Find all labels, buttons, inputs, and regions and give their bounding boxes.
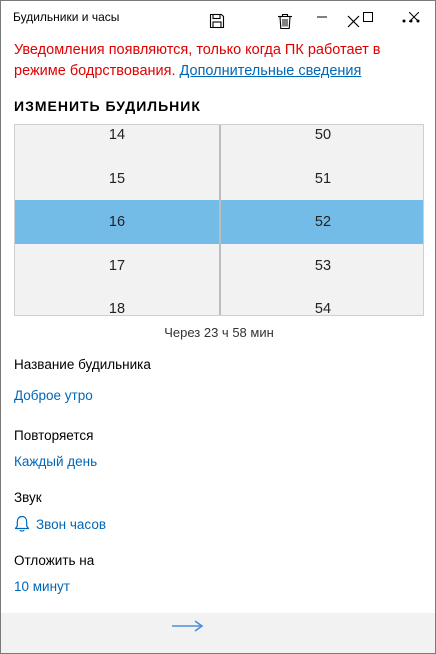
arrow-right-icon [172,620,204,632]
alarm-edit-window: Будильники и часы Уведомления появляются… [0,0,436,654]
more-icon [402,19,420,23]
minute-item[interactable]: 50 [221,125,423,169]
snooze-select[interactable]: 10 минут [14,579,70,594]
trash-icon [278,13,292,29]
delete-button[interactable] [272,9,298,33]
snooze-label: Отложить на [14,553,95,568]
more-button[interactable] [398,9,424,33]
minute-column[interactable]: 50 51 52 53 54 [221,125,423,315]
window-title: Будильники и часы [13,10,120,24]
sound-select[interactable]: Звон часов [14,513,106,535]
more-info-link[interactable]: Дополнительные сведения [180,63,362,79]
minute-item[interactable]: 53 [221,256,423,300]
close-icon [347,15,359,27]
minute-item[interactable]: 51 [221,169,423,213]
sound-value[interactable]: Звон часов [36,517,106,532]
cancel-button[interactable] [340,9,366,33]
hour-item[interactable]: 18 [15,299,219,315]
time-remaining: Через 23 ч 58 мин [164,325,274,340]
hour-item[interactable]: 14 [15,125,219,169]
repeat-select[interactable]: Каждый день [14,454,97,469]
hour-column[interactable]: 14 15 16 17 18 [15,125,219,315]
time-picker[interactable]: 14 15 16 17 18 50 51 52 53 54 [14,124,424,316]
sound-label: Звук [14,490,42,505]
minimize-button[interactable] [299,1,345,33]
alarm-name-field[interactable]: Доброе утро [14,388,93,403]
alarm-name-label: Название будильника [14,357,151,372]
minute-item-selected[interactable]: 52 [221,212,423,256]
minute-item[interactable]: 54 [221,299,423,315]
command-bar [1,613,435,653]
save-button[interactable] [204,9,230,33]
hour-item[interactable]: 15 [15,169,219,213]
wake-notice: Уведомления появляются, только когда ПК … [14,40,424,82]
page-title: ИЗМЕНИТЬ БУДИЛЬНИК [14,98,201,114]
save-icon [209,13,225,29]
minimize-icon [317,16,327,18]
hour-item-selected[interactable]: 16 [15,212,219,256]
bell-icon [14,515,30,532]
repeat-label: Повторяется [14,428,94,443]
hour-item[interactable]: 17 [15,256,219,300]
